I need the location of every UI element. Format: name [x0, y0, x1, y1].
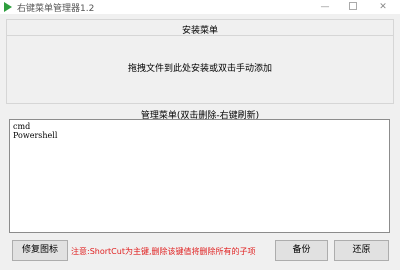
maximize-icon: [349, 1, 357, 10]
close-button[interactable]: ✕: [370, 0, 396, 14]
install-drop-zone[interactable]: 安装菜单 拖拽文件到此处安装或双击手动添加: [6, 19, 394, 104]
window-title: 右键菜单管理器1.2: [17, 4, 95, 14]
play-icon: [4, 2, 12, 12]
install-divider: [7, 35, 393, 36]
maximize-button[interactable]: [340, 0, 366, 14]
warning-note: 注意:ShortCut为主键,删除该键值将删除所有的子项: [71, 247, 256, 256]
restore-button[interactable]: 还原: [334, 240, 389, 261]
menu-list[interactable]: cmd Powershell: [9, 119, 390, 233]
install-hint: 拖拽文件到此处安装或双击手动添加: [127, 64, 272, 74]
repair-icons-button[interactable]: 修复图标: [12, 240, 68, 261]
list-item[interactable]: cmd: [13, 122, 386, 131]
list-item[interactable]: Powershell: [13, 131, 386, 140]
backup-button[interactable]: 备份: [275, 240, 328, 261]
minimize-button[interactable]: —: [312, 0, 338, 14]
title-bar: 右键菜单管理器1.2 — ✕: [0, 0, 400, 14]
